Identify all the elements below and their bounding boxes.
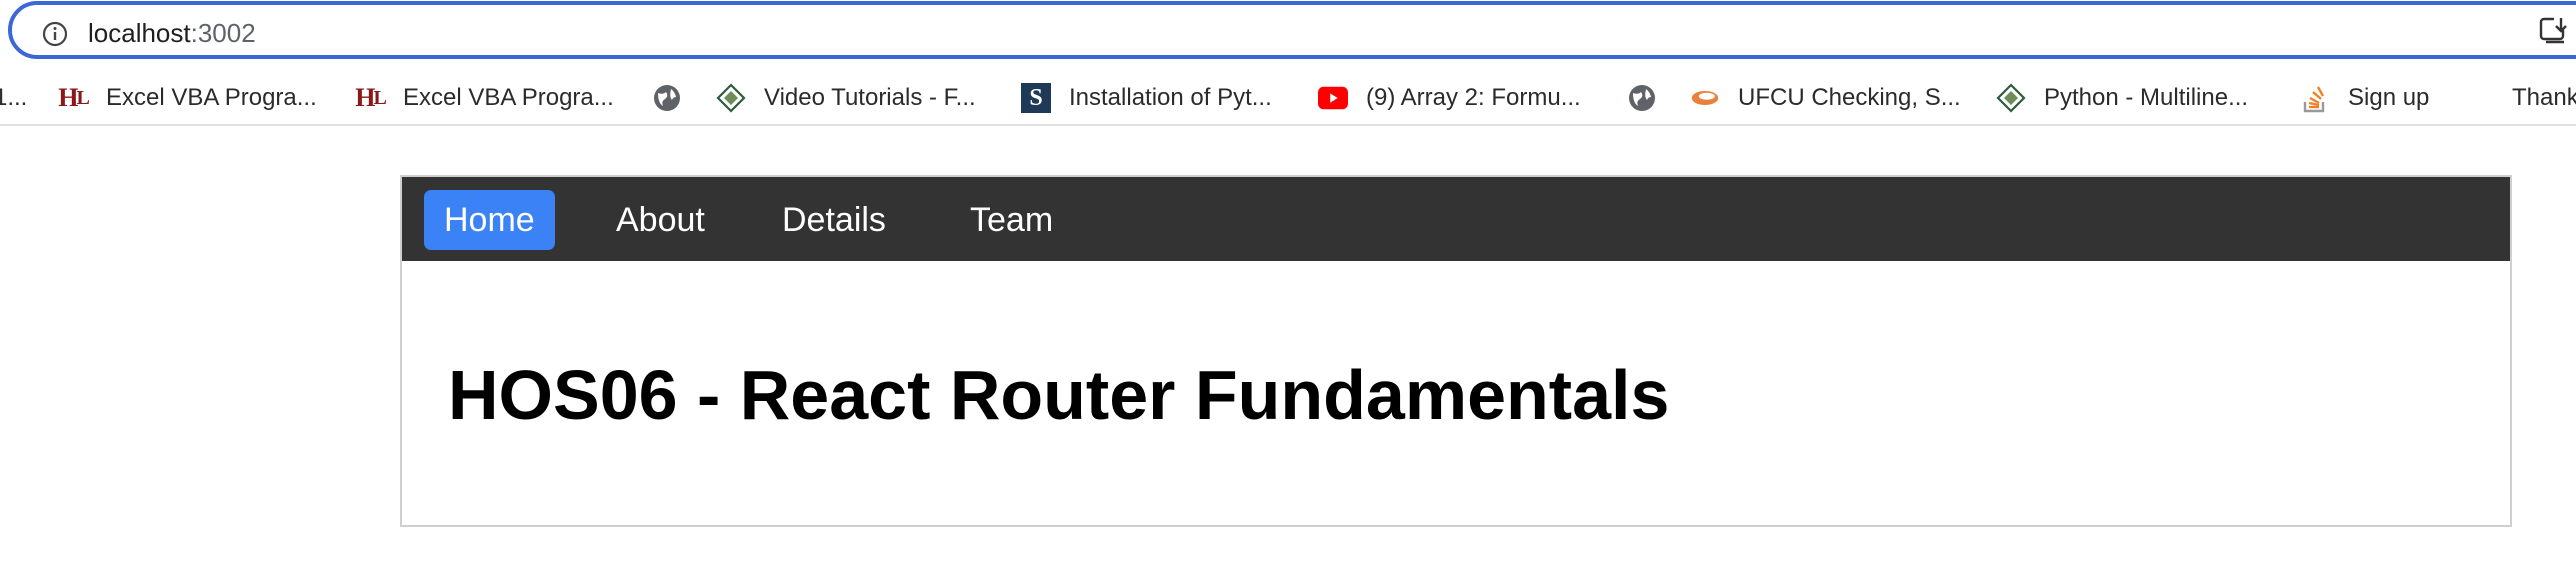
- address-bar[interactable]: localhost:3002: [8, 1, 2576, 59]
- bookmark-label: (9) Array 2: Formu...: [1366, 84, 1581, 111]
- hl-logo-icon: HL: [355, 83, 387, 112]
- bookmark-label: Sign up: [2348, 84, 2430, 111]
- hl-logo-icon: HL: [58, 83, 90, 112]
- url-host: localhost: [88, 18, 191, 48]
- bookmark-item[interactable]: [1627, 78, 1675, 118]
- youtube-icon: [1318, 83, 1348, 113]
- bookmark-label: Video Tutorials - F...: [764, 84, 976, 111]
- bookmark-label: Thank: [2512, 84, 2576, 111]
- nav-link-details[interactable]: Details: [762, 190, 906, 250]
- url-port: :3002: [190, 18, 256, 48]
- bookmark-label: UFCU Checking, S...: [1738, 84, 1961, 111]
- bookmark-item[interactable]: HL Excel VBA Progra...: [355, 78, 614, 118]
- bookmark-item[interactable]: HL Excel VBA Progra...: [58, 78, 317, 118]
- bookmark-item[interactable]: Sign up: [2300, 78, 2429, 118]
- bookmarks-bar: 1... HL Excel VBA Progra... HL Excel VBA…: [0, 70, 2576, 126]
- globe-icon: [652, 83, 682, 113]
- bookmark-item[interactable]: UFCU Checking, S...: [1690, 78, 1961, 118]
- page-title: HOS06 - React Router Fundamentals: [448, 356, 1670, 434]
- diamond-logo-icon: [716, 83, 746, 113]
- install-app-icon[interactable]: [2538, 14, 2570, 46]
- s-logo-icon: S: [1021, 83, 1051, 113]
- nav-link-team[interactable]: Team: [950, 190, 1073, 250]
- bookmark-item[interactable]: (9) Array 2: Formu...: [1318, 78, 1581, 118]
- globe-icon: [1627, 83, 1657, 113]
- bookmark-item[interactable]: 1...: [0, 78, 27, 118]
- stackoverflow-icon: [2300, 83, 2330, 113]
- bookmark-label: Excel VBA Progra...: [106, 84, 317, 111]
- url-text[interactable]: localhost:3002: [88, 18, 256, 49]
- bookmark-item[interactable]: S Installation of Pyt...: [1021, 78, 1272, 118]
- bookmark-label: 1...: [0, 84, 28, 111]
- bookmark-item[interactable]: Thank: [2512, 78, 2576, 118]
- bookmark-item[interactable]: Video Tutorials - F...: [716, 78, 976, 118]
- bookmark-item[interactable]: Python - Multiline...: [1996, 78, 2248, 118]
- bookmark-label: Installation of Pyt...: [1069, 84, 1272, 111]
- diamond-logo-icon: [1996, 83, 2026, 113]
- bookmark-label: Excel VBA Progra...: [403, 84, 614, 111]
- main-nav: Home About Details Team: [402, 177, 2510, 261]
- bookmark-item[interactable]: [652, 78, 700, 118]
- nav-link-about[interactable]: About: [596, 190, 725, 250]
- app-container: Home About Details Team HOS06 - React Ro…: [400, 175, 2512, 527]
- ufcu-logo-icon: [1690, 83, 1720, 113]
- bookmark-label: Python - Multiline...: [2044, 84, 2249, 111]
- nav-link-home[interactable]: Home: [424, 190, 555, 250]
- site-info-icon[interactable]: [42, 21, 68, 47]
- browser-toolbar: localhost:3002: [0, 0, 2576, 62]
